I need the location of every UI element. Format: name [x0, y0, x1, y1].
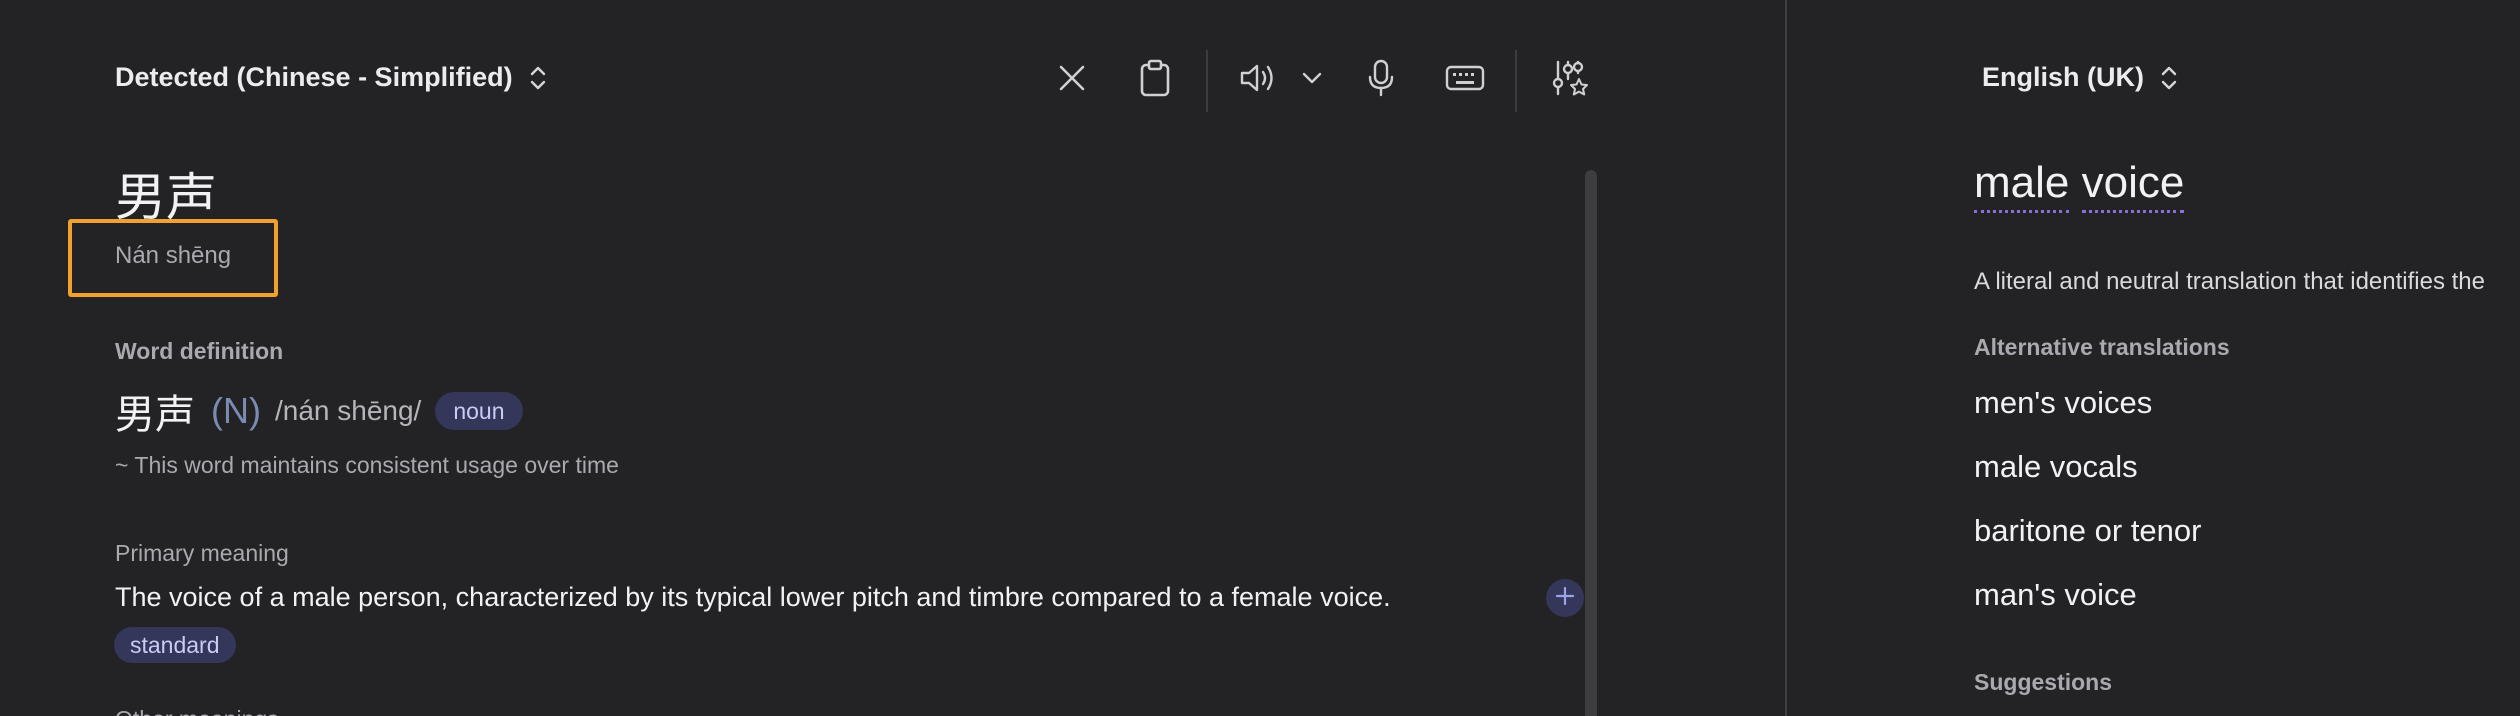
primary-meaning-text: The voice of a male person, characterize… — [115, 582, 1391, 612]
source-language-selector[interactable]: Detected (Chinese - Simplified) — [115, 62, 547, 93]
alternative-translation-item[interactable]: baritone or tenor — [1974, 513, 2201, 549]
source-scrollbar[interactable] — [1585, 170, 1597, 716]
target-language-selector[interactable]: English (UK) — [1982, 62, 2178, 93]
translator-window: Detected (Chinese - Simplified) 男声 Nán s… — [0, 0, 2520, 716]
translation-word[interactable]: voice — [2081, 158, 2185, 213]
register-badge: standard — [114, 627, 236, 663]
word-definition-heading: Word definition — [115, 338, 284, 364]
paste-button[interactable] — [1130, 55, 1180, 105]
alternative-translation-item[interactable]: man's voice — [1974, 577, 2137, 613]
pinyin-romanization: Nán shēng — [115, 242, 232, 269]
definition-headword-row: 男声 (N) /nán shēng/ noun — [115, 382, 523, 440]
speaker-icon — [1239, 61, 1277, 100]
other-meanings-label: Other meanings — [115, 706, 279, 716]
settings-button[interactable] — [1545, 55, 1595, 105]
clear-button[interactable] — [1047, 55, 1097, 105]
toolbar-divider — [1515, 50, 1517, 112]
usage-note: ~ This word maintains consistent usage o… — [115, 452, 619, 478]
source-language-label: Detected (Chinese - Simplified) — [115, 62, 513, 92]
pronunciation: /nán shēng/ — [274, 395, 422, 426]
translation-result[interactable]: male voice — [1974, 158, 2185, 213]
sliders-star-icon — [1550, 59, 1590, 102]
translation-word[interactable]: male — [1974, 158, 2070, 213]
part-of-speech-abbr: (N) — [211, 390, 261, 431]
part-of-speech-badge: noun — [435, 392, 523, 430]
close-icon — [1056, 62, 1088, 99]
translation-description: A literal and neutral translation that i… — [1974, 268, 2485, 295]
dictate-button[interactable] — [1356, 55, 1406, 105]
target-language-label: English (UK) — [1982, 62, 2144, 92]
keyboard-button[interactable] — [1440, 55, 1490, 105]
toolbar-divider — [1206, 50, 1208, 112]
clipboard-icon — [1139, 59, 1171, 102]
chevron-up-down-icon — [2160, 63, 2178, 93]
listen-button[interactable] — [1233, 55, 1283, 105]
plus-icon — [1554, 585, 1576, 612]
alternative-translations-heading: Alternative translations — [1974, 334, 2230, 360]
target-pane: English (UK) male voice A literal and ne… — [1787, 0, 2520, 716]
primary-meaning-label: Primary meaning — [115, 540, 289, 566]
chevron-down-icon — [1301, 71, 1323, 90]
source-pane: Detected (Chinese - Simplified) 男声 Nán s… — [0, 0, 1786, 716]
chevron-up-down-icon — [529, 63, 547, 93]
alternative-translation-item[interactable]: male vocals — [1974, 449, 2138, 485]
register-tag: standard — [114, 627, 236, 663]
add-meaning-button[interactable] — [1546, 579, 1584, 617]
alternative-translation-item[interactable]: men's voices — [1974, 385, 2152, 421]
microphone-icon — [1366, 59, 1396, 102]
keyboard-icon — [1445, 64, 1485, 97]
definition-word: 男声 — [115, 392, 195, 438]
voice-options-dropdown[interactable] — [1287, 55, 1337, 105]
suggestions-heading: Suggestions — [1974, 669, 2113, 695]
